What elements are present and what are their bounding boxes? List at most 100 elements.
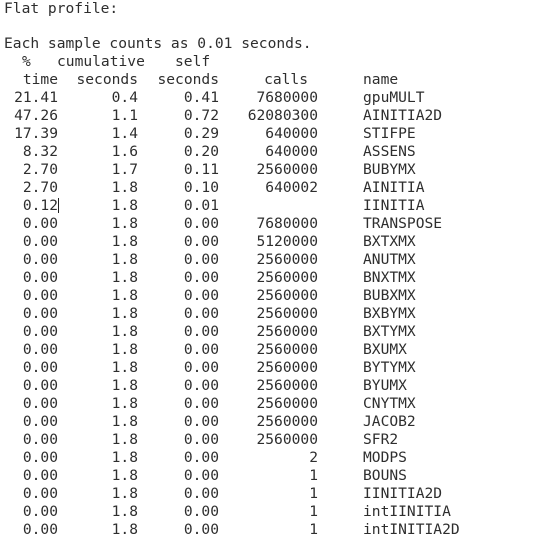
self-seconds-cell: 0.41 <box>183 89 219 106</box>
percent-time-cell: 0.00 <box>22 215 58 232</box>
calls-cell: 1 <box>309 467 318 484</box>
function-name-cell: IINITIA2D <box>363 485 443 502</box>
self-seconds-cell: 0.00 <box>183 431 219 448</box>
self-seconds-cell: 0.00 <box>183 395 219 412</box>
function-name-cell: AINITIA2D <box>363 107 443 124</box>
cumulative-seconds-cell: 1.8 <box>111 179 138 196</box>
cumulative-seconds-cell: 1.8 <box>111 305 138 322</box>
percent-time-cell: 0.00 <box>22 449 58 466</box>
calls-cell: 2560000 <box>256 395 318 412</box>
calls-cell: 1 <box>309 521 318 538</box>
sample-note: Each sample counts as 0.01 seconds. <box>4 35 312 52</box>
percent-time-cell: 47.26 <box>14 107 58 124</box>
function-name-cell: MODPS <box>363 449 407 466</box>
percent-time-cell: 0.00 <box>22 431 58 448</box>
self-seconds-cell: 0.72 <box>183 107 219 124</box>
self-seconds-cell: 0.00 <box>183 251 219 268</box>
self-seconds-cell: 0.00 <box>183 287 219 304</box>
calls-cell: 62080300 <box>247 107 318 124</box>
calls-cell: 2560000 <box>256 359 318 376</box>
table-row: 0.00 1.8 0.00 5120000 BXTXMX <box>0 233 555 251</box>
calls-cell: 5120000 <box>256 233 318 250</box>
self-seconds-cell: 0.00 <box>183 503 219 520</box>
self-seconds-cell: 0.00 <box>183 359 219 376</box>
self-seconds-cell: 0.20 <box>183 143 219 160</box>
percent-time-cell: 0.00 <box>22 233 58 250</box>
cumulative-seconds-cell: 1.8 <box>111 431 138 448</box>
percent-time-cell: 0.00 <box>22 305 58 322</box>
self-seconds-cell: 0.00 <box>183 341 219 358</box>
function-name-cell: BNXTMX <box>363 269 416 286</box>
table-row: 0.00 1.8 0.00 2560000 SFR2 <box>0 431 555 449</box>
cumulative-seconds-cell: 1.8 <box>111 377 138 394</box>
percent-time-cell: 0.12 <box>22 197 59 214</box>
calls-cell: 640000 <box>265 143 318 160</box>
self-seconds-cell: 0.00 <box>183 305 219 322</box>
header-self-seconds: seconds <box>157 71 219 88</box>
self-seconds-cell: 0.00 <box>183 215 219 232</box>
percent-time-cell: 17.39 <box>14 125 58 142</box>
self-seconds-cell: 0.00 <box>183 449 219 466</box>
header-row-2: time seconds seconds calls name <box>0 71 555 89</box>
calls-cell: 2560000 <box>256 287 318 304</box>
table-row: 0.00 1.8 0.00 2560000 BUBXMX <box>0 287 555 305</box>
calls-cell: 2560000 <box>256 269 318 286</box>
cumulative-seconds-cell: 1.7 <box>111 161 138 178</box>
table-row: 47.26 1.1 0.72 62080300 AINITIA2D <box>0 107 555 125</box>
self-seconds-cell: 0.29 <box>183 125 219 142</box>
calls-cell: 640002 <box>265 179 318 196</box>
function-name-cell: BXTXMX <box>363 233 416 250</box>
function-name-cell: BUBYMX <box>363 161 416 178</box>
function-name-cell: BUBXMX <box>363 287 416 304</box>
cumulative-seconds-cell: 1.6 <box>111 143 138 160</box>
cumulative-seconds-cell: 1.8 <box>111 395 138 412</box>
calls-cell: 7680000 <box>256 89 318 106</box>
percent-time-cell: 0.00 <box>22 395 58 412</box>
percent-time-cell: 0.00 <box>22 377 58 394</box>
table-row: 0.00 1.8 0.00 7680000 TRANSPOSE <box>0 215 555 233</box>
percent-time-cell: 8.32 <box>22 143 58 160</box>
percent-time-cell: 2.70 <box>22 179 58 196</box>
function-name-cell: JACOB2 <box>363 413 416 430</box>
table-row: 0.00 1.8 0.00 1 BOUNS <box>0 467 555 485</box>
table-row: 0.00 1.8 0.00 2560000 BYUMX <box>0 377 555 395</box>
cumulative-seconds-cell: 1.8 <box>111 467 138 484</box>
percent-time-cell: 0.00 <box>22 341 58 358</box>
self-seconds-cell: 0.00 <box>183 269 219 286</box>
calls-cell: 2560000 <box>256 431 318 448</box>
percent-time-cell: 21.41 <box>14 89 58 106</box>
table-row: 0.00 1.8 0.00 2560000 JACOB2 <box>0 413 555 431</box>
header-percent: % <box>22 53 31 70</box>
function-name-cell: BYUMX <box>363 377 407 394</box>
self-seconds-cell: 0.10 <box>183 179 219 196</box>
function-name-cell: ASSENS <box>363 143 416 160</box>
table-row: 0.00 1.8 0.00 2560000 BYTYMX <box>0 359 555 377</box>
cumulative-seconds-cell: 1.8 <box>111 485 138 502</box>
percent-time-cell: 0.00 <box>22 467 58 484</box>
function-name-cell: CNYTMX <box>363 395 416 412</box>
header-name: name <box>363 71 399 88</box>
function-name-cell: intIINITIA <box>363 503 451 520</box>
table-row: 17.39 1.4 0.29 640000 STIFPE <box>0 125 555 143</box>
self-seconds-cell: 0.00 <box>183 233 219 250</box>
function-name-cell: SFR2 <box>363 431 399 448</box>
calls-cell: 2 <box>309 449 318 466</box>
cumulative-seconds-cell: 1.8 <box>111 341 138 358</box>
self-seconds-cell: 0.00 <box>183 413 219 430</box>
calls-cell: 2560000 <box>256 251 318 268</box>
calls-cell: 2560000 <box>256 161 318 178</box>
cumulative-seconds-cell: 1.8 <box>111 215 138 232</box>
cumulative-seconds-cell: 1.8 <box>111 269 138 286</box>
header-calls: calls <box>264 71 308 88</box>
table-row: 0.00 1.8 0.00 2560000 BXUMX <box>0 341 555 359</box>
function-name-cell: AINITIA <box>363 179 425 196</box>
table-row: 0.00 1.8 0.00 2560000 BNXTMX <box>0 269 555 287</box>
cumulative-seconds-cell: 1.1 <box>111 107 138 124</box>
self-seconds-cell: 0.00 <box>183 467 219 484</box>
function-name-cell: BYTYMX <box>363 359 416 376</box>
table-row: 0.00 1.8 0.00 2560000 BXTYMX <box>0 323 555 341</box>
cumulative-seconds-cell: 0.4 <box>111 89 138 106</box>
percent-time-cell: 0.00 <box>22 503 58 520</box>
function-name-cell: IINITIA <box>363 197 425 214</box>
cumulative-seconds-cell: 1.8 <box>111 413 138 430</box>
